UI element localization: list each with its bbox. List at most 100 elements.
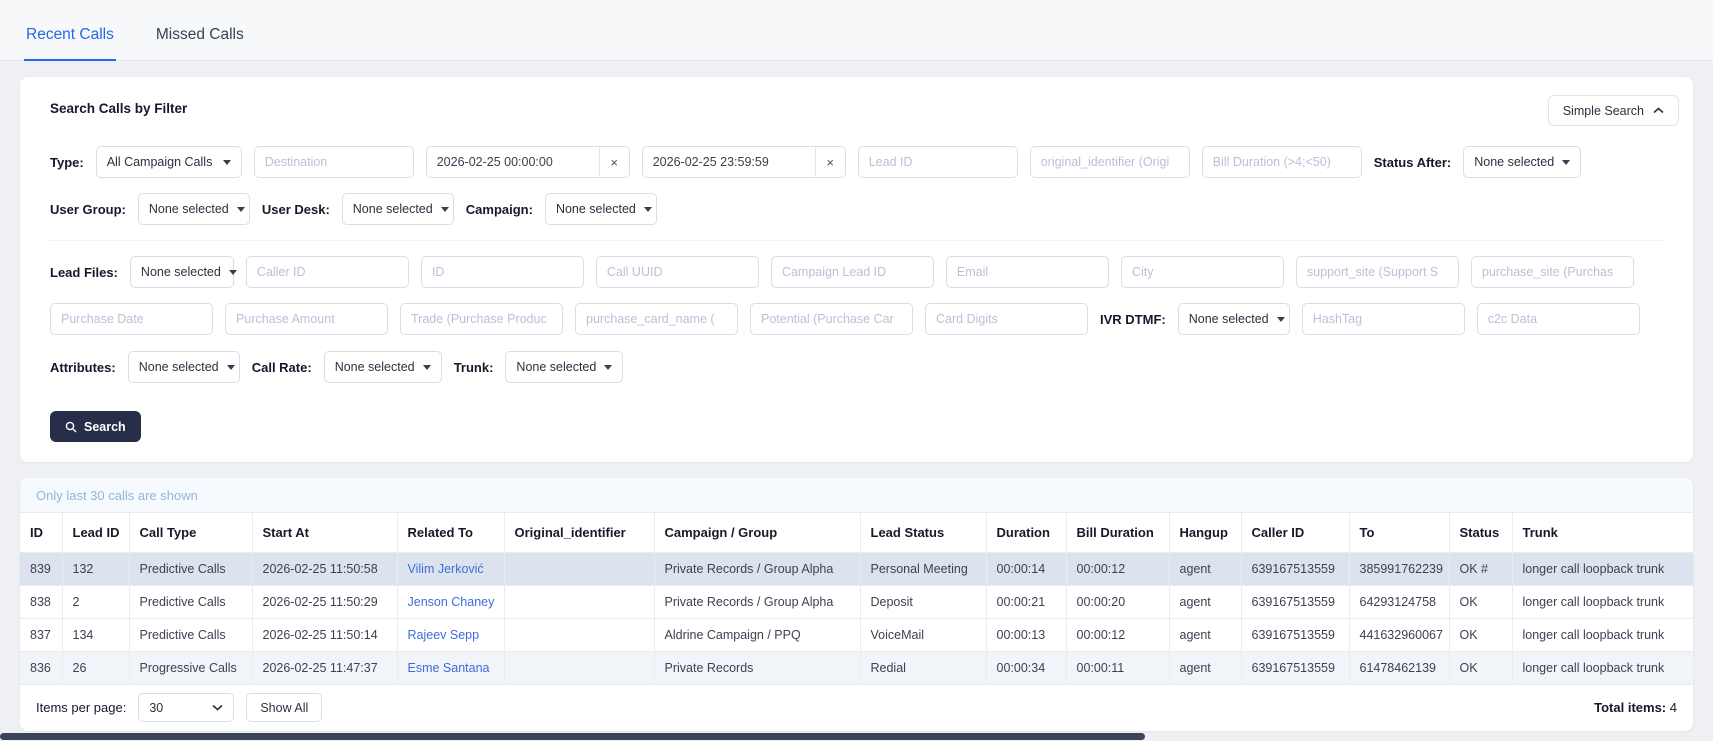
trunk-select[interactable]: None selected bbox=[505, 351, 624, 383]
filter-row-1: Type: All Campaign Calls × × Status Afte… bbox=[34, 146, 1679, 178]
cell-to: 61478462139 bbox=[1349, 651, 1450, 684]
campaign-select[interactable]: None selected bbox=[544, 193, 657, 225]
caret-down-icon bbox=[643, 206, 652, 212]
column-header-bill-duration: Bill Duration bbox=[1066, 512, 1170, 553]
hashtag-input[interactable] bbox=[1301, 303, 1465, 335]
cell-bill-duration: 00:00:11 bbox=[1066, 651, 1170, 684]
call-uuid-input[interactable] bbox=[595, 256, 759, 288]
caret-down-icon bbox=[440, 206, 449, 212]
cell-to: 64293124758 bbox=[1349, 585, 1450, 619]
cell-lead-status: Deposit bbox=[860, 585, 987, 619]
total-items: Total items: 4 bbox=[1594, 700, 1677, 715]
city-input[interactable] bbox=[1120, 256, 1284, 288]
call-rate-select[interactable]: None selected bbox=[323, 351, 442, 383]
show-all-button[interactable]: Show All bbox=[246, 693, 323, 722]
column-header-trunk: Trunk bbox=[1512, 512, 1693, 553]
calls-table: ID Lead ID Call Type Start At Related To… bbox=[20, 512, 1693, 684]
tab-recent-calls[interactable]: Recent Calls bbox=[24, 0, 116, 61]
column-header-to: To bbox=[1349, 512, 1450, 553]
campaign-lead-id-input[interactable] bbox=[770, 256, 934, 288]
search-panel-title: Search Calls by Filter bbox=[50, 101, 188, 116]
type-select-value: All Campaign Calls bbox=[106, 155, 213, 169]
cell-caller-id: 639167513559 bbox=[1241, 618, 1350, 652]
cell-trunk: longer call loopback trunk bbox=[1512, 552, 1693, 586]
related-to-link[interactable]: Rajeev Sepp bbox=[408, 628, 480, 642]
column-header-lead-id: Lead ID bbox=[62, 512, 130, 553]
type-select[interactable]: All Campaign Calls bbox=[95, 146, 242, 178]
cell-call-type: Predictive Calls bbox=[129, 618, 253, 652]
related-to-link[interactable]: Esme Santana bbox=[408, 661, 490, 675]
potential-input[interactable] bbox=[750, 303, 913, 335]
support-site-input[interactable] bbox=[1295, 256, 1459, 288]
email-input[interactable] bbox=[945, 256, 1109, 288]
caret-down-icon bbox=[222, 159, 231, 165]
ivr-dtmf-select[interactable]: None selected bbox=[1177, 303, 1290, 335]
filter-row-5: Attributes: None selected Call Rate: Non… bbox=[34, 351, 1679, 383]
chevron-down-icon bbox=[212, 704, 223, 711]
tab-bar: Recent Calls Missed Calls bbox=[0, 0, 1713, 61]
purchase-card-name-input[interactable] bbox=[575, 303, 738, 335]
purchase-date-input[interactable] bbox=[50, 303, 213, 335]
table-row: 838 2 Predictive Calls 2026-02-25 11:50:… bbox=[20, 585, 1693, 619]
filter-row-lead-files: Lead Files: None selected bbox=[34, 256, 1679, 288]
cell-lead-id: 26 bbox=[62, 651, 130, 684]
total-items-value: 4 bbox=[1669, 700, 1677, 715]
clear-date-to-button[interactable]: × bbox=[814, 147, 845, 177]
cell-start-at: 2026-02-25 11:50:58 bbox=[252, 552, 398, 586]
cell-related-to: Esme Santana bbox=[397, 651, 505, 684]
search-panel-header: Search Calls by Filter Simple Search bbox=[34, 95, 1679, 126]
cell-to: 385991762239 bbox=[1349, 552, 1450, 586]
attributes-select-value: None selected bbox=[138, 360, 219, 374]
date-from-input[interactable] bbox=[426, 147, 599, 177]
purchase-site-input[interactable] bbox=[1470, 256, 1634, 288]
lead-files-select[interactable]: None selected bbox=[129, 256, 237, 288]
cell-original-identifier bbox=[504, 618, 655, 652]
destination-input[interactable] bbox=[253, 146, 414, 178]
filter-row-4: IVR DTMF: None selected bbox=[34, 303, 1679, 335]
ivr-dtmf-select-value: None selected bbox=[1188, 312, 1269, 326]
horizontal-scrollbar-thumb[interactable] bbox=[0, 733, 1145, 740]
section-divider bbox=[50, 240, 1663, 241]
c2c-data-input[interactable] bbox=[1476, 303, 1640, 335]
lead-id-input[interactable] bbox=[857, 146, 1018, 178]
trunk-select-value: None selected bbox=[516, 360, 597, 374]
search-panel: Search Calls by Filter Simple Search Typ… bbox=[20, 77, 1693, 462]
cell-id: 838 bbox=[20, 585, 63, 619]
search-button[interactable]: Search bbox=[50, 411, 141, 442]
column-header-caller-id: Caller ID bbox=[1241, 512, 1350, 553]
column-header-id: ID bbox=[20, 512, 63, 553]
date-to-input[interactable] bbox=[642, 147, 815, 177]
related-to-link[interactable]: Jenson Chaney bbox=[408, 595, 495, 609]
tab-missed-calls[interactable]: Missed Calls bbox=[154, 0, 246, 60]
column-header-original-identifier: Original_identifier bbox=[504, 512, 655, 553]
cell-original-identifier bbox=[504, 651, 655, 684]
purchase-amount-input[interactable] bbox=[225, 303, 388, 335]
caller-id-input[interactable] bbox=[245, 256, 409, 288]
card-digits-input[interactable] bbox=[925, 303, 1088, 335]
trade-input[interactable] bbox=[400, 303, 563, 335]
id-input[interactable] bbox=[420, 256, 584, 288]
attributes-select[interactable]: None selected bbox=[127, 351, 240, 383]
cell-hangup: agent bbox=[1169, 552, 1242, 586]
user-group-select[interactable]: None selected bbox=[137, 193, 250, 225]
simple-search-toggle-button[interactable]: Simple Search bbox=[1547, 95, 1679, 126]
results-panel: Only last 30 calls are shown ID Lead ID … bbox=[20, 478, 1693, 731]
clear-date-from-button[interactable]: × bbox=[598, 147, 629, 177]
type-label: Type: bbox=[50, 154, 84, 170]
cell-status: OK bbox=[1449, 585, 1513, 619]
cell-call-type: Predictive Calls bbox=[129, 585, 253, 619]
bill-duration-input[interactable] bbox=[1201, 146, 1362, 178]
original-identifier-input[interactable] bbox=[1029, 146, 1190, 178]
cell-start-at: 2026-02-25 11:50:29 bbox=[252, 585, 398, 619]
items-per-page-select[interactable]: 30 bbox=[138, 693, 235, 722]
status-after-select[interactable]: None selected bbox=[1463, 146, 1582, 178]
cell-caller-id: 639167513559 bbox=[1241, 585, 1350, 619]
status-after-select-value: None selected bbox=[1474, 155, 1555, 169]
caret-down-icon bbox=[236, 206, 245, 212]
cell-related-to: Jenson Chaney bbox=[397, 585, 505, 619]
column-header-call-type: Call Type bbox=[129, 512, 253, 553]
cell-duration: 00:00:13 bbox=[986, 618, 1067, 652]
related-to-link[interactable]: Vilim Jerković bbox=[408, 562, 484, 576]
user-desk-select[interactable]: None selected bbox=[341, 193, 454, 225]
caret-down-icon bbox=[228, 269, 237, 275]
